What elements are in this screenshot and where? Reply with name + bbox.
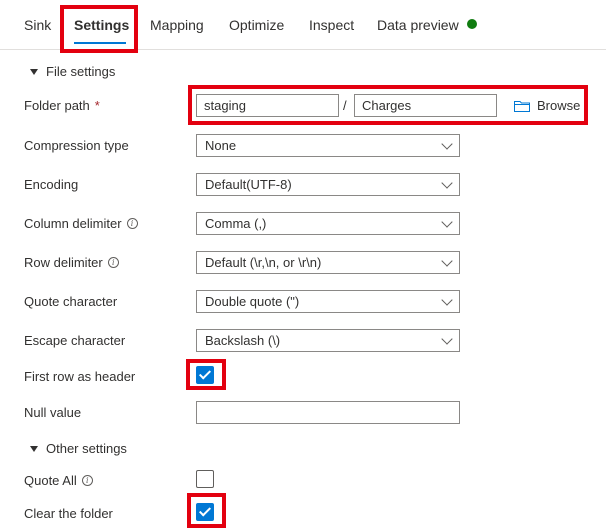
column-delimiter-label-text: Column delimiter bbox=[24, 216, 122, 231]
tab-mapping[interactable]: Mapping bbox=[150, 17, 204, 33]
compression-type-label: Compression type bbox=[24, 138, 129, 153]
chevron-down-icon bbox=[441, 255, 453, 267]
file-settings-toggle[interactable]: File settings bbox=[30, 64, 115, 79]
encoding-label: Encoding bbox=[24, 177, 79, 192]
chevron-down-icon bbox=[441, 294, 453, 306]
encoding-select[interactable]: Default(UTF-8) bbox=[196, 173, 460, 196]
quote-character-select[interactable]: Double quote (") bbox=[196, 290, 460, 313]
folder-container-input[interactable]: staging bbox=[196, 94, 339, 117]
tab-data-preview[interactable]: Data preview bbox=[377, 17, 459, 33]
folder-path-label-text: Folder path bbox=[24, 98, 90, 113]
checkmark-icon bbox=[198, 504, 212, 517]
folder-icon bbox=[514, 100, 530, 112]
tab-bar: Sink Settings Mapping Optimize Inspect D… bbox=[0, 0, 606, 50]
chevron-down-icon bbox=[441, 138, 453, 150]
info-icon[interactable]: i bbox=[126, 218, 138, 229]
data-preview-status-dot bbox=[467, 19, 477, 29]
null-value-input[interactable] bbox=[196, 401, 460, 424]
folder-directory-input[interactable]: Charges bbox=[354, 94, 497, 117]
tab-settings[interactable]: Settings bbox=[74, 17, 129, 33]
file-settings-title: File settings bbox=[46, 64, 116, 79]
chevron-down-icon bbox=[441, 177, 453, 189]
row-delimiter-value: Default (\r,\n, or \r\n) bbox=[205, 255, 322, 270]
column-delimiter-value: Comma (,) bbox=[205, 216, 267, 231]
folder-path-label: Folder path * bbox=[24, 98, 100, 113]
quote-all-label-text: Quote All bbox=[24, 473, 77, 488]
compression-type-value: None bbox=[205, 138, 237, 153]
first-row-as-header-label: First row as header bbox=[24, 369, 136, 384]
tab-inspect[interactable]: Inspect bbox=[309, 17, 354, 33]
quote-character-label: Quote character bbox=[24, 294, 118, 309]
column-delimiter-label: Column delimiter i bbox=[24, 216, 138, 231]
escape-character-value: Backslash (\) bbox=[205, 333, 281, 348]
quote-all-checkbox[interactable] bbox=[196, 470, 214, 488]
row-delimiter-select[interactable]: Default (\r,\n, or \r\n) bbox=[196, 251, 460, 274]
tab-optimize[interactable]: Optimize bbox=[229, 17, 284, 33]
other-settings-title: Other settings bbox=[46, 441, 127, 456]
escape-character-select[interactable]: Backslash (\) bbox=[196, 329, 460, 352]
active-tab-indicator bbox=[74, 42, 126, 44]
collapse-caret-icon bbox=[30, 68, 38, 75]
clear-the-folder-checkbox[interactable] bbox=[196, 503, 214, 521]
quote-all-label: Quote All i bbox=[24, 473, 93, 488]
quote-character-value: Double quote (") bbox=[205, 294, 300, 309]
row-delimiter-label: Row delimiter i bbox=[24, 255, 119, 270]
encoding-value: Default(UTF-8) bbox=[205, 177, 292, 192]
chevron-down-icon bbox=[441, 333, 453, 345]
other-settings-toggle[interactable]: Other settings bbox=[30, 441, 127, 456]
escape-character-label: Escape character bbox=[24, 333, 126, 348]
info-icon[interactable]: i bbox=[81, 475, 93, 486]
row-delimiter-label-text: Row delimiter bbox=[24, 255, 103, 270]
path-separator: / bbox=[343, 98, 347, 113]
collapse-caret-icon bbox=[30, 445, 38, 452]
required-marker: * bbox=[94, 98, 100, 113]
checkmark-icon bbox=[198, 367, 212, 380]
compression-type-select[interactable]: None bbox=[196, 134, 460, 157]
first-row-as-header-checkbox[interactable] bbox=[196, 366, 214, 384]
column-delimiter-select[interactable]: Comma (,) bbox=[196, 212, 460, 235]
browse-label: Browse bbox=[537, 98, 581, 113]
info-icon[interactable]: i bbox=[107, 257, 119, 268]
chevron-down-icon bbox=[441, 216, 453, 228]
clear-the-folder-label: Clear the folder bbox=[24, 506, 113, 521]
null-value-label: Null value bbox=[24, 405, 82, 420]
tab-sink[interactable]: Sink bbox=[24, 17, 51, 33]
browse-button[interactable]: Browse bbox=[514, 98, 580, 113]
